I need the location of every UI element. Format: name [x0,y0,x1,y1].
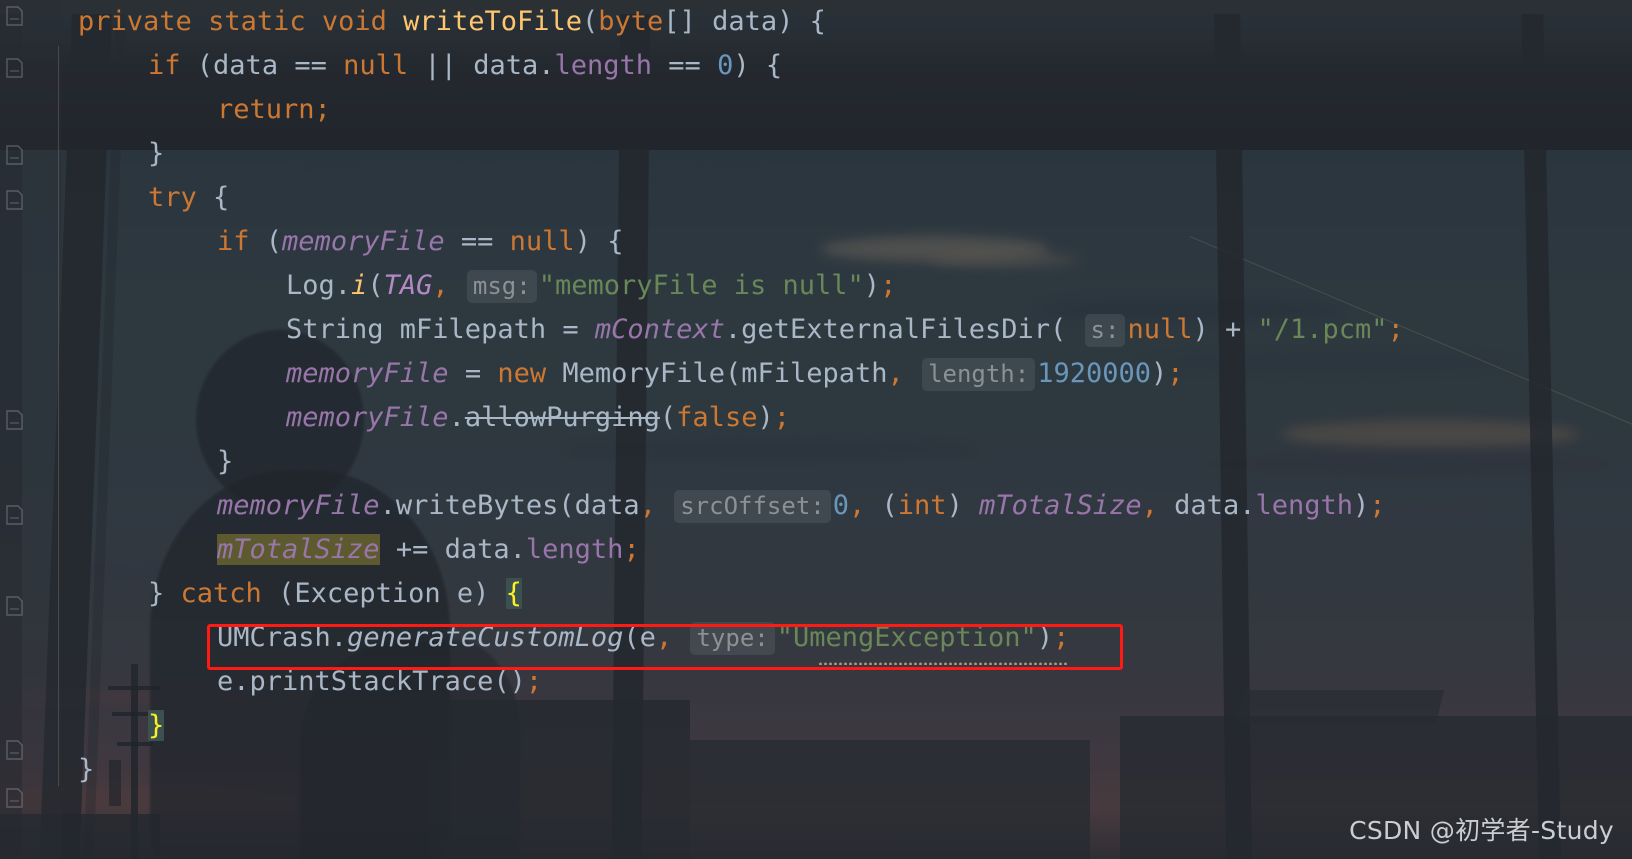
param-hint-length: length: [922,358,1036,391]
code-line[interactable]: } catch (Exception e) { [0,572,1632,616]
code-line[interactable]: private static void writeToFile(byte[] d… [0,0,1632,44]
code-content[interactable]: private static void writeToFile(byte[] d… [0,0,1632,859]
code-line[interactable]: if (memoryFile == null) { [0,220,1632,264]
code-line[interactable]: memoryFile = new MemoryFile(mFilepath, l… [0,352,1632,396]
param-hint-type: type: [690,622,775,655]
highlighted-identifier: mTotalSize [217,534,380,565]
matched-brace-open: { [505,578,522,609]
code-line[interactable]: memoryFile.writeBytes(data, srcOffset: 0,… [0,484,1632,528]
param-hint-msg: msg: [466,270,537,303]
code-line[interactable]: try { [0,176,1632,220]
code-line[interactable]: Log.i(TAG, msg: "memoryFile is null"); [0,264,1632,308]
code-line[interactable]: return; [0,88,1632,132]
code-line[interactable]: String mFilepath = mContext.getExternalF… [0,308,1632,352]
code-line[interactable]: } [0,704,1632,748]
code-line[interactable]: } [0,132,1632,176]
param-hint-s: s: [1084,314,1126,347]
deprecated-method-call: allowPurging [464,402,660,433]
code-line[interactable]: mTotalSize += data.length; [0,528,1632,572]
code-line[interactable]: } [0,440,1632,484]
matched-brace-close: } [148,710,165,741]
code-line[interactable]: memoryFile.allowPurging(false); [0,396,1632,440]
code-line[interactable]: UMCrash.generateCustomLog(e, type: "Umeng… [0,616,1632,660]
code-editor[interactable]: private static void writeToFile(byte[] d… [0,0,1632,859]
code-line[interactable]: } [0,748,1632,792]
code-line[interactable]: e.printStackTrace(); [0,660,1632,704]
param-hint-srcoffset: srcOffset: [674,490,831,523]
warning-squiggle [818,660,1068,665]
csdn-watermark: CSDN @初学者-Study [1349,816,1614,845]
code-line[interactable]: if (data == null || data.length == 0) { [0,44,1632,88]
